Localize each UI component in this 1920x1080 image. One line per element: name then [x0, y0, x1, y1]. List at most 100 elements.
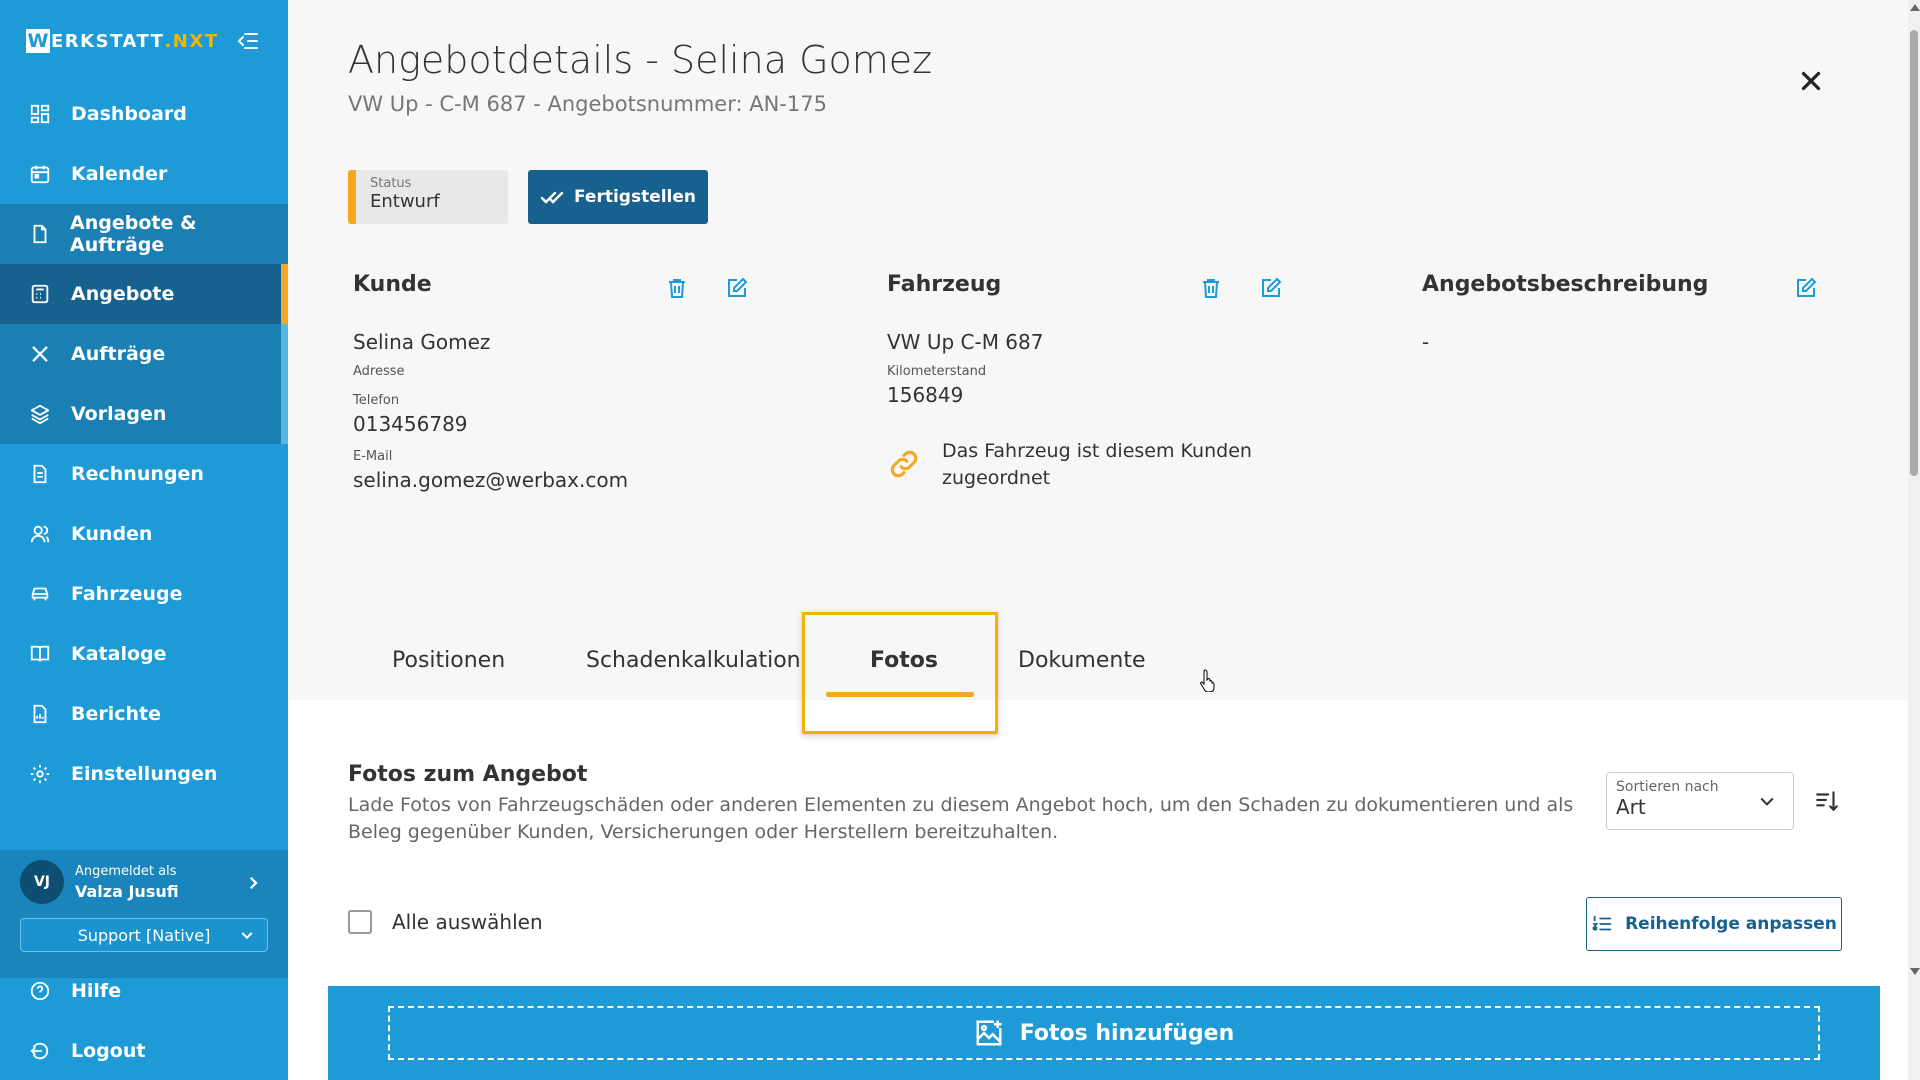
chevron-right-icon[interactable]	[244, 874, 262, 892]
role-select[interactable]: Support [Native]	[20, 918, 268, 952]
sidebar-item-label: Hilfe	[71, 980, 122, 1002]
scroll-up-icon[interactable]	[1910, 4, 1920, 11]
photos-heading: Fotos zum Angebot	[348, 762, 588, 787]
vehicle-link-note: Das Fahrzeug ist diesem Kunden zugeordne…	[942, 438, 1252, 492]
logged-in-label: Angemeldet als	[75, 864, 177, 879]
trash-icon[interactable]	[1199, 276, 1223, 300]
sidebar-item-templates[interactable]: Vorlagen	[0, 384, 288, 444]
sidebar-item-customers[interactable]: Kunden	[0, 504, 288, 564]
sidebar-item-label: Fahrzeuge	[71, 583, 183, 605]
sidebar-item-label: Einstellungen	[71, 763, 218, 785]
mileage-label: Kilometerstand	[887, 364, 987, 379]
customer-heading: Kunde	[353, 272, 432, 297]
page-subtitle: VW Up - C-M 687 - Angebotsnummer: AN-175	[348, 92, 827, 116]
sidebar-item-label: Angebote	[71, 283, 175, 305]
sidebar-item-settings[interactable]: Einstellungen	[0, 744, 288, 804]
select-all-checkbox[interactable]	[348, 910, 372, 934]
email-label: E-Mail	[353, 449, 393, 464]
edit-icon[interactable]	[1259, 276, 1283, 300]
description-value: -	[1422, 330, 1430, 354]
sidebar-item-label: Dashboard	[71, 103, 187, 125]
customer-name: Selina Gomez	[353, 330, 491, 354]
finish-button-label: Fertigstellen	[573, 187, 697, 207]
edit-icon[interactable]	[1794, 276, 1818, 300]
sidebar-item-reports[interactable]: Berichte	[0, 684, 288, 744]
sidebar-item-vehicles[interactable]: Fahrzeuge	[0, 564, 288, 624]
sidebar-item-catalogs[interactable]: Kataloge	[0, 624, 288, 684]
chevron-down-icon	[241, 932, 253, 940]
app-logo[interactable]: W ERKSTATT .NXT	[26, 28, 219, 54]
tab-bar: Positionen Schadenkalkulation Fotos Doku…	[288, 612, 1908, 700]
dashboard-icon	[28, 102, 52, 126]
trash-icon[interactable]	[665, 276, 689, 300]
ordered-list-icon	[1592, 915, 1612, 931]
scroll-down-icon[interactable]	[1910, 968, 1920, 975]
car-icon	[28, 582, 52, 606]
select-all-label: Alle auswählen	[392, 910, 543, 934]
phone-label: Telefon	[353, 393, 400, 408]
vehicle-heading: Fahrzeug	[887, 272, 1002, 297]
logo-mark: W	[26, 29, 50, 53]
sidebar-item-offers-orders[interactable]: Angebote & Aufträge	[0, 204, 288, 264]
photos-description: Lade Fotos von Fahrzeugschäden oder ande…	[348, 794, 1574, 843]
close-icon[interactable]	[1796, 66, 1826, 96]
sidebar-item-offers[interactable]: Angebote	[0, 264, 288, 324]
description-card: Angebotsbeschreibung -	[1422, 272, 1842, 354]
sidebar-item-dashboard[interactable]: Dashboard	[0, 84, 288, 144]
tab-positions[interactable]: Positionen	[392, 648, 505, 673]
logo-suffix: .NXT	[164, 30, 219, 52]
mouse-cursor-icon	[1200, 669, 1215, 692]
sort-direction-icon[interactable]	[1814, 788, 1840, 814]
status-badge: Status Entwurf	[348, 170, 508, 224]
vehicle-link-note-line1: Das Fahrzeug ist diesem Kunden	[942, 440, 1252, 462]
sort-select[interactable]: Sortieren nach Art	[1606, 772, 1794, 830]
calculator-icon	[28, 282, 52, 306]
tools-icon	[28, 342, 52, 366]
sidebar-item-orders[interactable]: Aufträge	[0, 324, 288, 384]
tab-documents[interactable]: Dokumente	[1018, 648, 1145, 673]
invoice-icon	[28, 462, 52, 486]
sidebar-item-label: Angebote & Aufträge	[70, 212, 197, 256]
add-photos-label: Fotos hinzufügen	[1019, 1020, 1235, 1046]
report-icon	[28, 702, 52, 726]
sidebar-item-label: Logout	[71, 1040, 146, 1062]
address-label: Adresse	[353, 364, 405, 379]
edit-icon[interactable]	[725, 276, 749, 300]
sidebar-item-label: Vorlagen	[71, 403, 167, 425]
scrollbar[interactable]	[1908, 0, 1920, 1080]
book-icon	[28, 642, 52, 666]
add-photos-button[interactable]: Fotos hinzufügen	[388, 1006, 1820, 1060]
sidebar-item-logout[interactable]: Logout	[0, 1021, 288, 1080]
active-tab-highlight	[802, 612, 998, 734]
logo-text: ERKSTATT	[51, 30, 165, 52]
help-icon	[28, 979, 52, 1003]
reorder-button-label: Reihenfolge anpassen	[1625, 914, 1837, 934]
select-all[interactable]: Alle auswählen	[348, 910, 543, 934]
sidebar-item-label: Kataloge	[71, 643, 167, 665]
vehicle-name: VW Up C-M 687	[887, 330, 1044, 354]
page-title: Angebotdetails - Selina Gomez	[348, 38, 933, 82]
email-value: selina.gomez@werbax.com	[353, 468, 629, 492]
sidebar-item-calendar[interactable]: Kalender	[0, 144, 288, 204]
gear-icon	[28, 762, 52, 786]
vehicle-card: Fahrzeug VW Up C-M 687 Kilometerstand 15…	[887, 272, 1307, 489]
collapse-sidebar-icon[interactable]	[236, 29, 260, 53]
vehicle-link-note-line2: zugeordnet	[942, 467, 1051, 489]
tab-damage-calculation[interactable]: Schadenkalkulation	[586, 648, 801, 673]
sidebar-nav: Dashboard Kalender Angebote & Aufträge A…	[0, 84, 288, 804]
sidebar-item-label: Aufträge	[71, 343, 166, 365]
layers-icon	[28, 402, 52, 426]
sidebar-item-help[interactable]: Hilfe	[0, 961, 288, 1021]
reorder-button[interactable]: Reihenfolge anpassen	[1586, 897, 1842, 951]
sidebar-item-invoices[interactable]: Rechnungen	[0, 444, 288, 504]
status-value: Entwurf	[370, 191, 440, 212]
finish-button[interactable]: Fertigstellen	[528, 170, 708, 224]
main-content: Angebotdetails - Selina Gomez VW Up - C-…	[288, 0, 1908, 1080]
calendar-icon	[28, 162, 52, 186]
user-panel: VJ Angemeldet als Valza Jusufi Support […	[0, 850, 288, 978]
sidebar-item-label: Berichte	[71, 703, 162, 725]
mileage-value: 156849	[887, 383, 964, 407]
add-image-icon	[976, 1020, 1002, 1046]
scrollbar-thumb[interactable]	[1910, 30, 1918, 476]
status-label: Status	[370, 176, 412, 191]
